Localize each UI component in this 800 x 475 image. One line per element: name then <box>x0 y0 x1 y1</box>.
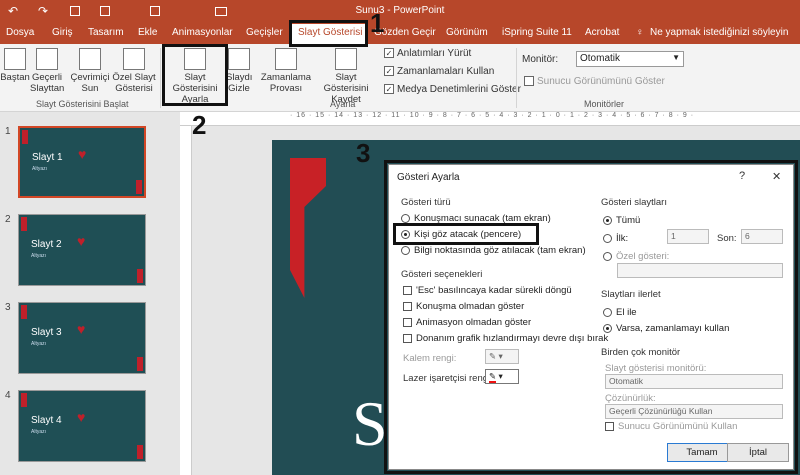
ribbon-tabs: Dosya Giriş Tasarım Ekle Animasyonlar Ge… <box>0 22 800 44</box>
monitor-value: Otomatik <box>580 53 621 64</box>
slide-subtitle: Altyazı <box>31 429 47 435</box>
slide-subtitle: Altyazı <box>31 253 47 259</box>
ribbon: Baştan Geçerli Slayttan Çevrimiçi Sun Öz… <box>0 44 800 112</box>
monitor-select[interactable]: Otomatik ▼ <box>576 51 684 67</box>
slide-title-text: S <box>352 388 388 459</box>
tab-transitions[interactable]: Geçişler <box>246 27 283 38</box>
button-label: Geçerli Slayttan <box>30 72 65 94</box>
checkbox-label: Medya Denetimlerini Göster <box>397 84 521 95</box>
tab-insert[interactable]: Ekle <box>138 27 157 38</box>
record-slideshow-button[interactable]: Slayt Gösterisini Kaydet <box>312 48 380 105</box>
slideshow-icon <box>4 48 26 70</box>
rehearse-timings-button[interactable]: Zamanlama Provası <box>258 48 314 94</box>
tab-animations[interactable]: Animasyonlar <box>172 27 233 38</box>
vertical-ruler <box>180 126 192 475</box>
lightbulb-icon: ♀ <box>636 27 644 38</box>
slide-title: Slayt 2 <box>31 239 62 250</box>
tab-acrobat[interactable]: Acrobat <box>585 27 619 38</box>
slide-thumbnail-4[interactable]: Slayt 4 ♥ Altyazı <box>18 390 146 462</box>
show-media-controls-checkbox[interactable]: ✓ Medya Denetimlerini Göster <box>384 84 521 95</box>
online-icon <box>79 48 101 70</box>
presenter-view-checkbox[interactable]: Sunucu Görünümünü Göster <box>524 76 665 87</box>
slide-thumbnail-1[interactable]: Slayt 1 ♥ Altyazı <box>18 126 146 198</box>
group-label-setup: Ayarla <box>330 99 356 109</box>
monitor-label: Monitör: <box>522 54 559 65</box>
check-icon: ✓ <box>384 48 394 59</box>
tab-home[interactable]: Giriş <box>52 27 73 38</box>
slide-number: 4 <box>5 390 11 401</box>
slide-subtitle: Altyazı <box>32 166 48 172</box>
check-icon: ✓ <box>384 66 394 77</box>
annotation-number-1: 1 <box>370 8 385 38</box>
corner-shape <box>21 217 27 231</box>
corner-shape <box>21 393 27 407</box>
button-label: Zamanlama Provası <box>260 72 312 94</box>
corner-shape <box>137 269 143 283</box>
horizontal-ruler: · 16 · 15 · 14 · 13 · 12 · 11 · 10 · 9 ·… <box>180 112 800 126</box>
checkbox-label: Anlatımları Yürüt <box>397 48 472 59</box>
corner-shape <box>137 357 143 371</box>
tell-me-search[interactable]: Ne yapmak istediğinizi söyleyin <box>650 27 788 38</box>
present-online-button[interactable]: Çevrimiçi Sun <box>68 48 112 94</box>
tab-view[interactable]: Görünüm <box>446 27 488 38</box>
heart-icon: ♥ <box>77 409 86 425</box>
slide-number: 2 <box>5 214 11 225</box>
button-label: Baştan <box>0 72 30 83</box>
slide-number: 3 <box>5 302 11 313</box>
checkbox-label: Zamanlamaları Kullan <box>397 66 495 77</box>
button-label: Slaydı Gizle <box>226 72 253 94</box>
corner-shape <box>21 305 27 319</box>
slide-title: Slayt 4 <box>31 415 62 426</box>
corner-shape <box>136 180 142 194</box>
highlight-box-tab <box>289 20 368 47</box>
slide-thumbnails-pane: 1 Slayt 1 ♥ Altyazı 2 Slayt 2 ♥ Altyazı … <box>0 112 170 475</box>
heart-icon: ♥ <box>77 321 86 337</box>
tab-design[interactable]: Tasarım <box>88 27 124 38</box>
heart-icon: ♥ <box>77 233 86 249</box>
record-icon <box>335 48 357 70</box>
slide-title: Slayt 1 <box>32 152 63 163</box>
corner-shape <box>137 445 143 459</box>
chevron-down-icon: ▼ <box>672 53 680 62</box>
checkbox-box <box>524 76 534 87</box>
check-icon: ✓ <box>384 84 394 95</box>
custom-show-icon <box>123 48 145 70</box>
title-bar: ↶ ↷ Sunu3 - PowerPoint <box>0 0 800 22</box>
button-label: Çevrimiçi Sun <box>70 72 110 94</box>
slide-thumbnail-3[interactable]: Slayt 3 ♥ Altyazı <box>18 302 146 374</box>
timer-icon <box>275 48 297 70</box>
slide-number: 1 <box>5 126 11 137</box>
slide-subtitle: Altyazı <box>31 341 47 347</box>
hide-icon <box>228 48 250 70</box>
checkbox-label: Sunucu Görünümünü Göster <box>537 76 665 87</box>
group-label-start: Slayt Gösterisini Başlat <box>36 99 129 109</box>
from-beginning-button[interactable]: Baştan <box>0 48 30 83</box>
slide-title: Slayt 3 <box>31 327 62 338</box>
group-label-monitors: Monitörler <box>584 99 625 109</box>
from-current-button[interactable]: Geçerli Slayttan <box>30 48 64 94</box>
highlight-box-dialog <box>384 160 798 474</box>
slideshow-icon <box>36 48 58 70</box>
play-narrations-checkbox[interactable]: ✓ Anlatımları Yürüt <box>384 48 471 59</box>
annotation-number-2: 2 <box>192 110 207 140</box>
divider <box>516 48 517 108</box>
highlight-box-button <box>162 44 228 106</box>
corner-shape <box>22 130 28 144</box>
button-label: Özel Slayt Gösterisi <box>112 72 156 94</box>
window-title: Sunu3 - PowerPoint <box>355 5 445 16</box>
divider <box>160 48 161 108</box>
hide-slide-button[interactable]: Slaydı Gizle <box>226 48 252 94</box>
use-timings-checkbox[interactable]: ✓ Zamanlamaları Kullan <box>384 66 494 77</box>
annotation-number-3: 3 <box>356 138 371 168</box>
heart-icon: ♥ <box>78 146 87 162</box>
tab-ispring[interactable]: iSpring Suite 11 <box>502 27 572 38</box>
custom-show-button[interactable]: Özel Slayt Gösterisi <box>110 48 158 94</box>
tab-file[interactable]: Dosya <box>6 27 34 38</box>
slide-thumbnail-2[interactable]: Slayt 2 ♥ Altyazı <box>18 214 146 286</box>
